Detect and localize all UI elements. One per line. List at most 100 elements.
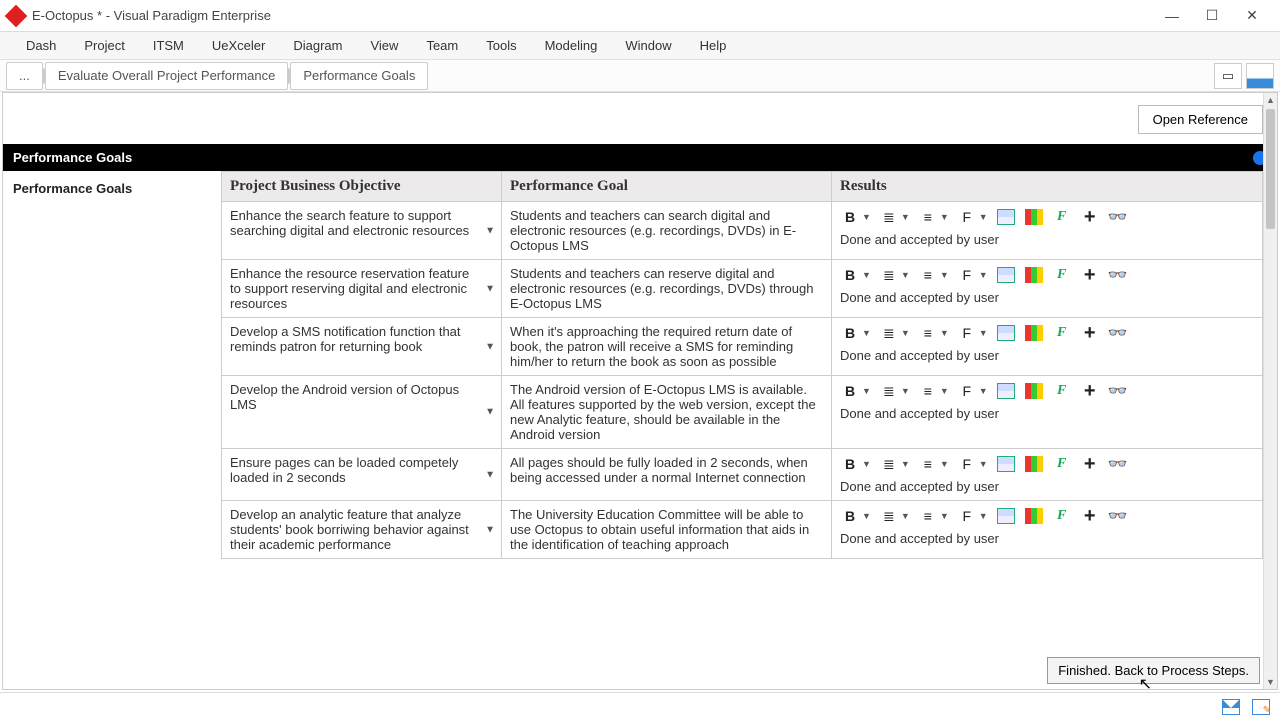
align-button[interactable]: ≣▼ bbox=[879, 382, 910, 400]
clearformat-button[interactable]: F bbox=[1052, 382, 1072, 400]
menu-dash[interactable]: Dash bbox=[12, 34, 70, 57]
scroll-up-icon[interactable]: ▲ bbox=[1264, 93, 1277, 107]
menu-project[interactable]: Project bbox=[70, 34, 138, 57]
font-button[interactable]: F▼ bbox=[957, 208, 988, 226]
bold-button[interactable]: B▼ bbox=[840, 208, 871, 226]
goal-cell[interactable]: Students and teachers can search digital… bbox=[502, 202, 832, 260]
find-button[interactable]: 👓 bbox=[1108, 507, 1128, 525]
objective-cell[interactable]: Enhance the resource reservation feature… bbox=[222, 260, 502, 318]
finished-button[interactable]: Finished. Back to Process Steps. bbox=[1047, 657, 1260, 684]
clearformat-button[interactable]: F bbox=[1052, 208, 1072, 226]
results-cell[interactable]: B▼ ≣▼ ≡▼ F▼ F + 👓 Done and accepted by user bbox=[832, 318, 1263, 376]
results-cell[interactable]: B▼≣▼≡▼F▼F+👓Done and accepted by user bbox=[832, 202, 1263, 260]
find-button[interactable]: 👓 bbox=[1108, 382, 1128, 400]
table-button[interactable] bbox=[996, 455, 1016, 473]
vertical-scrollbar[interactable]: ▲ ▼ bbox=[1263, 93, 1277, 689]
clearformat-button[interactable]: F bbox=[1052, 324, 1072, 342]
objective-dropdown-icon[interactable]: ▼ bbox=[485, 225, 495, 236]
clearformat-button[interactable]: F bbox=[1052, 507, 1072, 525]
breadcrumb-root[interactable]: ... bbox=[6, 62, 43, 90]
add-button[interactable]: + bbox=[1080, 455, 1100, 473]
objective-dropdown-icon[interactable]: ▼ bbox=[485, 407, 495, 418]
image-button[interactable] bbox=[1024, 507, 1044, 525]
add-button[interactable]: + bbox=[1080, 382, 1100, 400]
objective-cell[interactable]: Develop the Android version of Octopus L… bbox=[222, 376, 502, 449]
find-button[interactable]: 👓 bbox=[1108, 208, 1128, 226]
objective-dropdown-icon[interactable]: ▼ bbox=[485, 283, 495, 294]
objective-dropdown-icon[interactable]: ▼ bbox=[485, 524, 495, 535]
minimize-button[interactable]: — bbox=[1152, 2, 1192, 30]
list-button[interactable]: ≡▼ bbox=[918, 266, 949, 284]
note-icon[interactable] bbox=[1252, 699, 1270, 715]
add-button[interactable]: + bbox=[1080, 507, 1100, 525]
find-button[interactable]: 👓 bbox=[1108, 324, 1128, 342]
align-button[interactable]: ≣▼ bbox=[879, 324, 910, 342]
result-text[interactable]: Done and accepted by user bbox=[840, 406, 1254, 421]
scroll-thumb[interactable] bbox=[1266, 109, 1275, 229]
clearformat-button[interactable]: F bbox=[1052, 455, 1072, 473]
find-button[interactable]: 👓 bbox=[1108, 266, 1128, 284]
goal-cell[interactable]: When it's approaching the required retur… bbox=[502, 318, 832, 376]
menu-itsm[interactable]: ITSM bbox=[139, 34, 198, 57]
results-cell[interactable]: B▼ ≣▼ ≡▼ F▼ F + 👓 Done and accepted by user bbox=[832, 501, 1263, 559]
objective-cell[interactable]: Ensure pages can be loaded competely loa… bbox=[222, 449, 502, 501]
objective-dropdown-icon[interactable]: ▼ bbox=[485, 469, 495, 480]
image-button[interactable] bbox=[1024, 455, 1044, 473]
bold-button[interactable]: B▼ bbox=[840, 266, 871, 284]
font-button[interactable]: F▼ bbox=[957, 382, 988, 400]
menu-modeling[interactable]: Modeling bbox=[531, 34, 612, 57]
table-button[interactable] bbox=[996, 382, 1016, 400]
objective-dropdown-icon[interactable]: ▼ bbox=[485, 341, 495, 352]
objective-cell[interactable]: Develop a SMS notification function that… bbox=[222, 318, 502, 376]
image-button[interactable] bbox=[1024, 266, 1044, 284]
list-button[interactable]: ≡▼ bbox=[918, 507, 949, 525]
result-text[interactable]: Done and accepted by user bbox=[840, 348, 1254, 363]
results-cell[interactable]: B▼≣▼≡▼F▼F+👓Done and accepted by user bbox=[832, 376, 1263, 449]
align-button[interactable]: ≣▼ bbox=[879, 266, 910, 284]
goal-cell[interactable]: The University Education Committee will … bbox=[502, 501, 832, 559]
align-button[interactable]: ≣▼ bbox=[879, 455, 910, 473]
list-button[interactable]: ≡▼ bbox=[918, 208, 949, 226]
close-button[interactable]: ✕ bbox=[1232, 2, 1272, 30]
list-button[interactable]: ≡▼ bbox=[918, 324, 949, 342]
bold-button[interactable]: B▼ bbox=[840, 507, 871, 525]
menu-help[interactable]: Help bbox=[686, 34, 741, 57]
objective-cell[interactable]: Develop an analytic feature that analyze… bbox=[222, 501, 502, 559]
font-button[interactable]: F▼ bbox=[957, 324, 988, 342]
add-button[interactable]: + bbox=[1080, 324, 1100, 342]
menu-team[interactable]: Team bbox=[412, 34, 472, 57]
toolbar-icon-2[interactable] bbox=[1246, 63, 1274, 89]
menu-tools[interactable]: Tools bbox=[472, 34, 530, 57]
add-button[interactable]: + bbox=[1080, 266, 1100, 284]
font-button[interactable]: F▼ bbox=[957, 507, 988, 525]
results-cell[interactable]: B▼≣▼≡▼F▼F+👓Done and accepted by user bbox=[832, 260, 1263, 318]
list-button[interactable]: ≡▼ bbox=[918, 382, 949, 400]
image-button[interactable] bbox=[1024, 208, 1044, 226]
align-button[interactable]: ≣▼ bbox=[879, 507, 910, 525]
table-button[interactable] bbox=[996, 208, 1016, 226]
result-text[interactable]: Done and accepted by user bbox=[840, 479, 1254, 494]
toolbar-icon-1[interactable]: ▭ bbox=[1214, 63, 1242, 89]
menu-diagram[interactable]: Diagram bbox=[279, 34, 356, 57]
goal-cell[interactable]: All pages should be fully loaded in 2 se… bbox=[502, 449, 832, 501]
table-button[interactable] bbox=[996, 507, 1016, 525]
table-button[interactable] bbox=[996, 266, 1016, 284]
table-button[interactable] bbox=[996, 324, 1016, 342]
maximize-button[interactable]: ☐ bbox=[1192, 2, 1232, 30]
menu-view[interactable]: View bbox=[356, 34, 412, 57]
result-text[interactable]: Done and accepted by user bbox=[840, 531, 1254, 546]
result-text[interactable]: Done and accepted by user bbox=[840, 232, 1254, 247]
list-button[interactable]: ≡▼ bbox=[918, 455, 949, 473]
breadcrumb-leaf[interactable]: Performance Goals bbox=[290, 62, 428, 90]
bold-button[interactable]: B▼ bbox=[840, 324, 871, 342]
goal-cell[interactable]: The Android version of E-Octopus LMS is … bbox=[502, 376, 832, 449]
menu-uexceler[interactable]: UeXceler bbox=[198, 34, 279, 57]
breadcrumb-mid[interactable]: Evaluate Overall Project Performance bbox=[45, 62, 288, 90]
menu-window[interactable]: Window bbox=[611, 34, 685, 57]
image-button[interactable] bbox=[1024, 324, 1044, 342]
open-reference-button[interactable]: Open Reference bbox=[1138, 105, 1263, 134]
goal-cell[interactable]: Students and teachers can reserve digita… bbox=[502, 260, 832, 318]
font-button[interactable]: F▼ bbox=[957, 455, 988, 473]
bold-button[interactable]: B▼ bbox=[840, 455, 871, 473]
results-cell[interactable]: B▼≣▼≡▼F▼F+👓Done and accepted by user bbox=[832, 449, 1263, 501]
